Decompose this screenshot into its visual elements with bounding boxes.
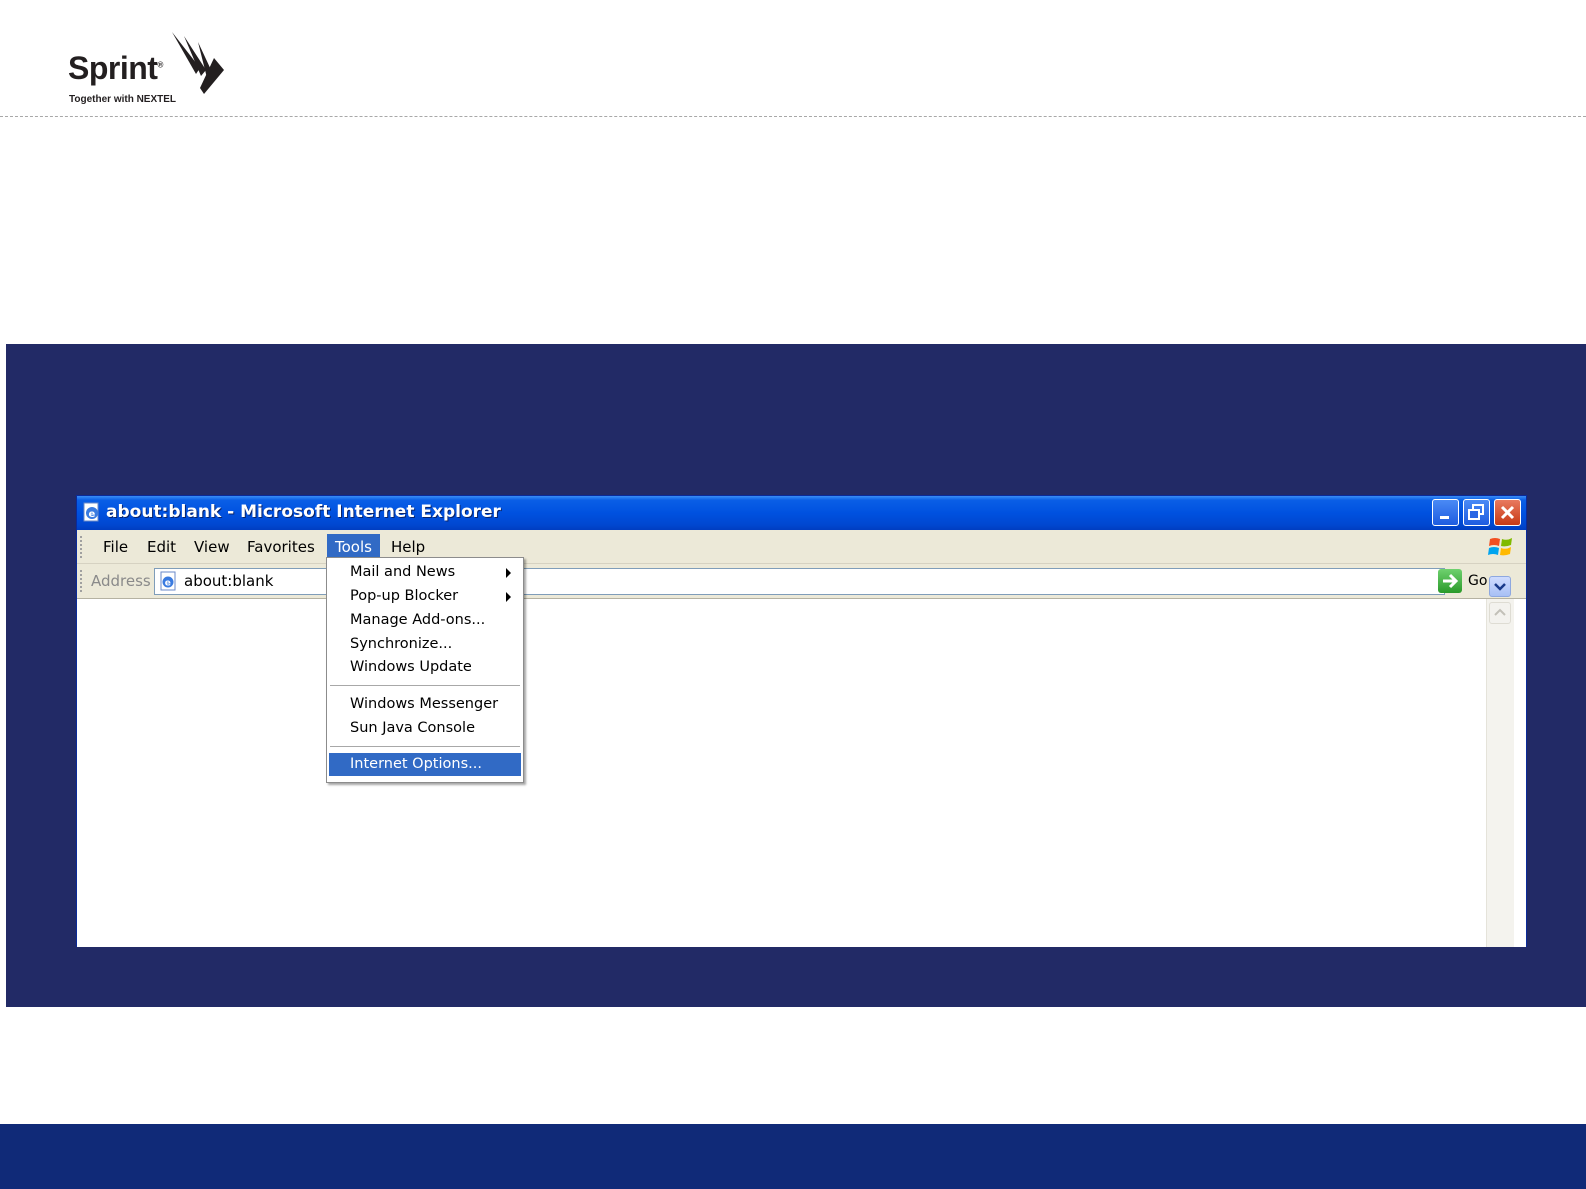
menu-view[interactable]: View [186,534,238,560]
dropdown-arrow-icon [1494,583,1506,591]
window-title: about:blank - Microsoft Internet Explore… [106,502,501,522]
address-bar: Address e about:blank Go [77,564,1526,599]
toolbar-grip[interactable] [80,536,83,558]
submenu-arrow-icon [506,592,511,602]
restore-button[interactable] [1463,499,1490,526]
title-bar[interactable]: e about:blank - Microsoft Internet Explo… [77,496,1526,530]
address-grip[interactable] [80,570,83,592]
menu-item-label: Synchronize... [350,636,453,652]
menu-item-synchronize[interactable]: Synchronize... [329,633,521,656]
tools-dropdown-menu: Mail and News Pop-up Blocker Manage Add-… [326,557,524,783]
menu-edit[interactable]: Edit [139,534,184,560]
header-divider [0,116,1586,117]
menu-item-sun-java-console[interactable]: Sun Java Console [329,717,521,740]
address-label: Address [91,572,151,590]
sprint-wing-icon [172,32,224,94]
window-edge [1514,599,1526,947]
menu-item-mail-and-news[interactable]: Mail and News [329,561,521,584]
go-arrow-icon [1443,573,1459,589]
close-icon [1500,505,1515,520]
restore-icon [1468,504,1484,520]
ie-app-icon: e [83,502,99,522]
page-icon: e [160,571,176,591]
menu-item-label: Manage Add-ons... [350,612,486,628]
menu-item-windows-update[interactable]: Windows Update [329,656,521,679]
menu-item-label: Windows Messenger [350,696,499,712]
menu-item-label: Pop-up Blocker [350,588,459,604]
minimize-icon [1440,516,1449,519]
submenu-arrow-icon [506,568,511,578]
menu-item-internet-options[interactable]: Internet Options... [329,753,521,776]
ie-window: e about:blank - Microsoft Internet Explo… [76,495,1527,947]
go-button[interactable] [1438,569,1462,593]
close-button[interactable] [1494,499,1521,526]
windows-logo-icon [1488,538,1512,556]
svg-text:e: e [89,509,96,520]
menu-item-windows-messenger[interactable]: Windows Messenger [329,693,521,716]
menu-item-popup-blocker[interactable]: Pop-up Blocker [329,585,521,608]
menu-bar: File Edit View Favorites Tools Help [77,530,1526,564]
footer-band [0,1124,1586,1189]
vertical-scrollbar[interactable] [1486,599,1514,947]
minimize-button[interactable] [1432,499,1459,526]
menu-item-label: Windows Update [350,659,472,675]
page-content[interactable] [77,599,1486,947]
sprint-logo: Sprint® Together with NEXTEL [66,28,236,108]
address-dropdown-button[interactable] [1489,576,1511,597]
menu-favorites[interactable]: Favorites [239,534,323,560]
svg-text:e: e [165,579,171,589]
menu-item-label: Mail and News [350,564,456,580]
menu-item-label: Internet Options... [350,756,482,772]
menu-separator [330,746,520,747]
scroll-up-button[interactable] [1489,602,1511,624]
address-value: about:blank [184,572,274,590]
scroll-up-icon [1494,608,1506,616]
menu-file[interactable]: File [95,534,136,560]
logo-wordmark: Sprint [68,50,158,86]
logo-tagline: Together with NEXTEL [69,94,177,105]
menu-item-label: Sun Java Console [350,720,475,736]
menu-separator [330,685,520,686]
menu-item-manage-addons[interactable]: Manage Add-ons... [329,609,521,632]
go-label[interactable]: Go [1468,573,1487,589]
